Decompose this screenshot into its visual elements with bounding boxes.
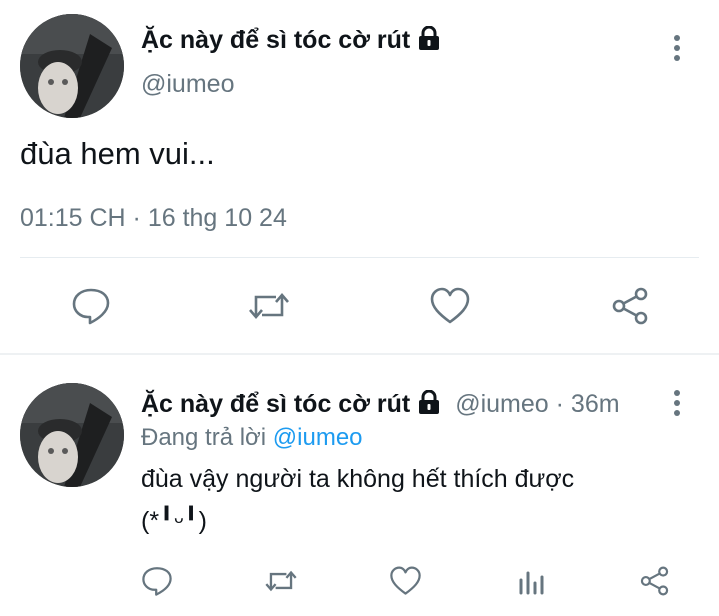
replying-to: Đang trả lời @iumeo [141, 424, 363, 452]
separator: · [555, 390, 564, 418]
display-name[interactable]: Ặc này để sì tóc cờ rút [141, 25, 442, 57]
reply-icon[interactable] [141, 565, 173, 597]
time-ago[interactable]: 36m [571, 390, 620, 418]
lock-icon [416, 25, 442, 57]
like-icon[interactable] [429, 286, 471, 326]
timestamp[interactable]: 01:15 CH · 16 thg 10 24 [20, 204, 287, 233]
handle[interactable]: @iumeo [455, 390, 548, 418]
more-vertical-icon[interactable] [670, 388, 684, 418]
display-name-text[interactable]: Ặc này để sì tóc cờ rút [141, 26, 410, 54]
display-name[interactable]: Ặc này để sì tóc cờ rút [141, 390, 410, 418]
tweet-text: đùa hem vui... [20, 136, 215, 171]
avatar[interactable] [20, 383, 124, 487]
avatar[interactable] [20, 14, 124, 118]
reply-header: Ặc này để sì tóc cờ rút @iumeo · 36m [141, 389, 620, 421]
analytics-icon[interactable] [517, 567, 545, 595]
lock-icon [416, 389, 442, 421]
divider [20, 257, 699, 258]
share-icon[interactable] [609, 286, 651, 326]
reply-text-line1: đùa vậy người ta không hết thích được [141, 465, 575, 493]
replying-prefix: Đang trả lời [141, 424, 267, 451]
retweet-icon[interactable] [247, 286, 291, 326]
handle[interactable]: @iumeo [141, 70, 234, 99]
section-divider [0, 353, 719, 355]
retweet-icon[interactable] [264, 565, 298, 597]
reply-text-line2: (*╹ᵕ╹) [141, 507, 207, 535]
replying-to-link[interactable]: @iumeo [273, 424, 363, 451]
more-vertical-icon[interactable] [670, 33, 684, 63]
like-icon[interactable] [389, 565, 422, 597]
reply-icon[interactable] [71, 286, 111, 326]
share-icon[interactable] [638, 565, 671, 597]
